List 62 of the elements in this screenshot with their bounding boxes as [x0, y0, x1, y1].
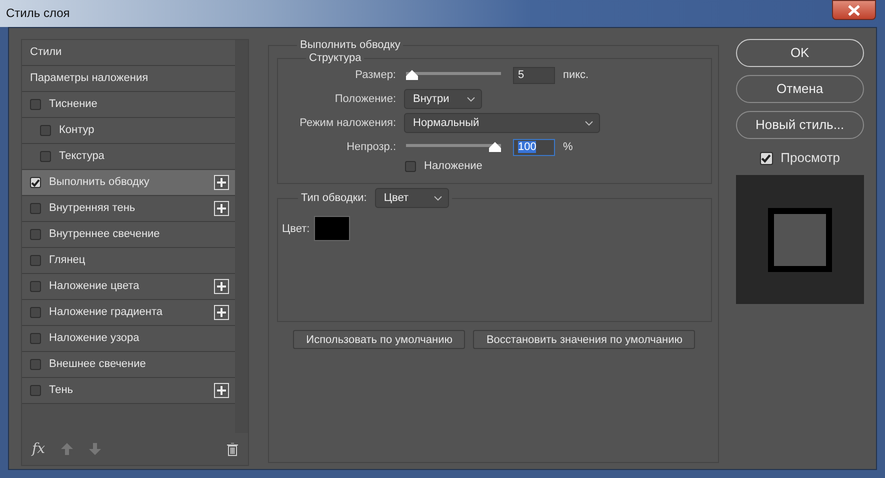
blend-mode-dropdown[interactable]: Нормальный: [404, 113, 600, 134]
chevron-icon: [467, 96, 475, 102]
down-arrow-icon[interactable]: [89, 443, 102, 455]
color-swatch[interactable]: [314, 216, 350, 242]
overprint-label: Наложение: [424, 159, 482, 174]
section-title: Выполнить обводку: [299, 39, 402, 52]
group-title: Структура: [308, 52, 362, 66]
chevron-icon: [585, 120, 593, 126]
style-checkbox[interactable]: [30, 255, 41, 266]
style-item-label[interactable]: Тень: [49, 382, 74, 399]
chevron-icon: [434, 196, 442, 201]
style-checkbox[interactable]: [30, 203, 41, 214]
dialog-button[interactable]: Новый стиль...: [736, 111, 864, 139]
style-checkbox[interactable]: [30, 99, 41, 110]
slider-thumb[interactable]: [406, 70, 418, 80]
opacity-label: Непрозр.:: [346, 140, 396, 156]
add-icon[interactable]: [214, 305, 229, 320]
close-button[interactable]: [832, 0, 876, 20]
slider-thumb[interactable]: [489, 142, 501, 152]
unit-label: пикс.: [563, 68, 589, 84]
window-title: Стиль слоя: [5, 5, 70, 22]
dialog-button[interactable]: Отмена: [736, 75, 864, 103]
preview-checkbox[interactable]: [760, 152, 773, 164]
preview-label: Просмотр: [780, 149, 840, 168]
position-dropdown[interactable]: Внутри: [404, 89, 482, 110]
style-checkbox[interactable]: [30, 333, 41, 344]
stroke-type-label: Тип обводки:: [301, 192, 367, 205]
close-icon: [847, 4, 861, 16]
style-checkbox[interactable]: [30, 229, 41, 240]
overprint-checkbox[interactable]: [405, 160, 416, 172]
up-arrow-icon[interactable]: [61, 443, 74, 455]
fx-button[interactable]: fx: [32, 438, 46, 460]
color-label: Цвет:: [282, 222, 310, 237]
blend-mode-label: Режим наложения:: [298, 116, 396, 132]
dialog-button[interactable]: OK: [736, 39, 864, 67]
trash-icon[interactable]: [227, 442, 238, 456]
style-checkbox[interactable]: [30, 385, 41, 396]
opacity-field[interactable]: 100: [513, 138, 555, 156]
style-checkbox[interactable]: [40, 125, 51, 136]
size-label: Размер:: [354, 68, 396, 84]
add-icon[interactable]: [214, 201, 229, 216]
style-checkbox[interactable]: [30, 307, 41, 318]
add-icon[interactable]: [214, 175, 229, 190]
style-checkbox[interactable]: [30, 359, 41, 370]
style-checkbox[interactable]: [40, 151, 51, 162]
style-item-label[interactable]: Текстура: [59, 148, 104, 165]
style-checkbox[interactable]: [30, 177, 41, 188]
preview-square-drawing: [768, 208, 832, 272]
style-item-label[interactable]: Контур: [59, 122, 94, 139]
unit-label: %: [563, 140, 573, 156]
style-checkbox[interactable]: [30, 281, 41, 292]
add-icon[interactable]: [214, 383, 229, 398]
default-button[interactable]: Восстановить значения по умолчанию: [473, 330, 696, 350]
scrollbar[interactable]: [235, 40, 248, 433]
style-item-label[interactable]: Стили: [30, 44, 62, 61]
stroke-type-dropdown[interactable]: Цвет: [374, 188, 449, 208]
size-field[interactable]: 5: [513, 66, 555, 84]
style-item-label[interactable]: Тиснение: [49, 96, 98, 113]
add-icon[interactable]: [214, 279, 229, 294]
position-label: Положение:: [334, 92, 396, 108]
default-button[interactable]: Использовать по умолчанию: [293, 330, 466, 350]
style-item-label[interactable]: Глянец: [49, 252, 86, 269]
